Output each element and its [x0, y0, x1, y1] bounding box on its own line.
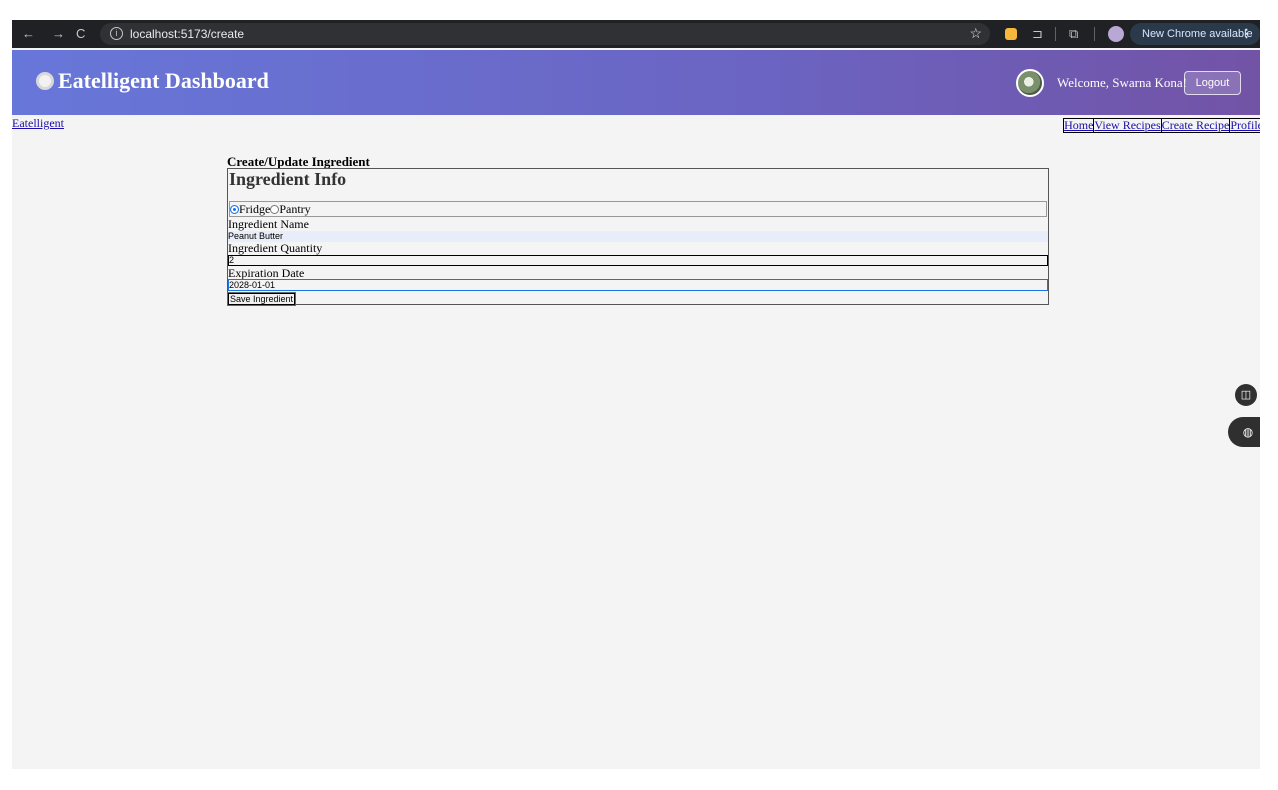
ingredient-quantity-label: Ingredient Quantity — [228, 241, 323, 255]
nav-link-view-recipes[interactable]: View Recipes — [1093, 118, 1162, 133]
update-chrome-button[interactable]: New Chrome available ⋮ — [1130, 23, 1260, 45]
nav-link-home[interactable]: Home — [1063, 118, 1095, 133]
menu-icon[interactable]: ⋮ — [1241, 23, 1252, 45]
toolbar-divider — [1055, 27, 1056, 41]
nav-link-profile[interactable]: Profile — [1229, 118, 1260, 133]
address-bar[interactable]: i localhost:5173/create ☆ — [100, 23, 990, 45]
ingredient-name-input[interactable]: Peanut Butter — [228, 231, 1048, 242]
reading-mode-icon[interactable]: ◫ — [1235, 384, 1257, 406]
ingredient-name-label: Ingredient Name — [228, 217, 309, 231]
back-icon[interactable]: ← — [22, 26, 35, 42]
storage-radio-group: Fridge Pantry — [229, 201, 1047, 217]
browser-toolbar: ← → C i localhost:5173/create ☆ ⊐ ⧉ New … — [12, 20, 1260, 48]
ingredient-form: Ingredient Info Fridge Pantry Ingredient … — [226, 168, 1049, 306]
top-nav: HomeView RecipesCreate RecipeProfile — [1063, 116, 1260, 134]
browser-window: ← → C i localhost:5173/create ☆ ⊐ ⧉ New … — [12, 20, 1260, 769]
palette-icon[interactable]: ◍ — [1228, 417, 1260, 447]
ingredient-quantity-input[interactable]: 2 — [228, 255, 1048, 266]
profile-avatar-icon[interactable] — [1108, 26, 1124, 42]
site-info-icon[interactable]: i — [110, 27, 123, 40]
tab-search-icon[interactable]: ⧉ — [1069, 25, 1078, 43]
app-title: Eatelligent Dashboard — [58, 68, 269, 93]
brand-link[interactable]: Eatelligent — [12, 116, 64, 131]
nav-link-create-recipe[interactable]: Create Recipe — [1160, 118, 1231, 133]
pantry-radio[interactable] — [270, 205, 280, 214]
update-chrome-label: New Chrome available — [1142, 28, 1253, 40]
extensions-puzzle-icon[interactable]: ⊐ — [1032, 25, 1043, 43]
toolbar-divider — [1094, 27, 1095, 41]
plate-icon — [36, 72, 54, 90]
app-logo: Eatelligent Dashboard — [36, 68, 269, 94]
forward-icon[interactable]: → — [52, 26, 65, 42]
url-text[interactable]: localhost:5173/create — [130, 27, 244, 41]
user-avatar — [1016, 69, 1044, 97]
logout-button[interactable]: Logout — [1184, 71, 1241, 95]
app-header: Eatelligent Dashboard Welcome, Swarna Ko… — [12, 50, 1260, 115]
fridge-radio[interactable] — [230, 205, 239, 214]
save-ingredient-button[interactable]: Save Ingredient — [226, 292, 297, 306]
fridge-radio-label[interactable]: Fridge — [239, 202, 270, 216]
extension-icon[interactable] — [1005, 28, 1017, 40]
pantry-radio-label[interactable]: Pantry — [279, 202, 310, 216]
section-title: Ingredient Info — [229, 169, 347, 189]
reload-icon[interactable]: C — [76, 26, 85, 42]
expiration-date-input[interactable]: 2028-01-01 — [228, 279, 1048, 291]
bookmark-star-icon[interactable]: ☆ — [969, 25, 982, 42]
welcome-text: Welcome, Swarna Kona! — [1057, 75, 1187, 90]
